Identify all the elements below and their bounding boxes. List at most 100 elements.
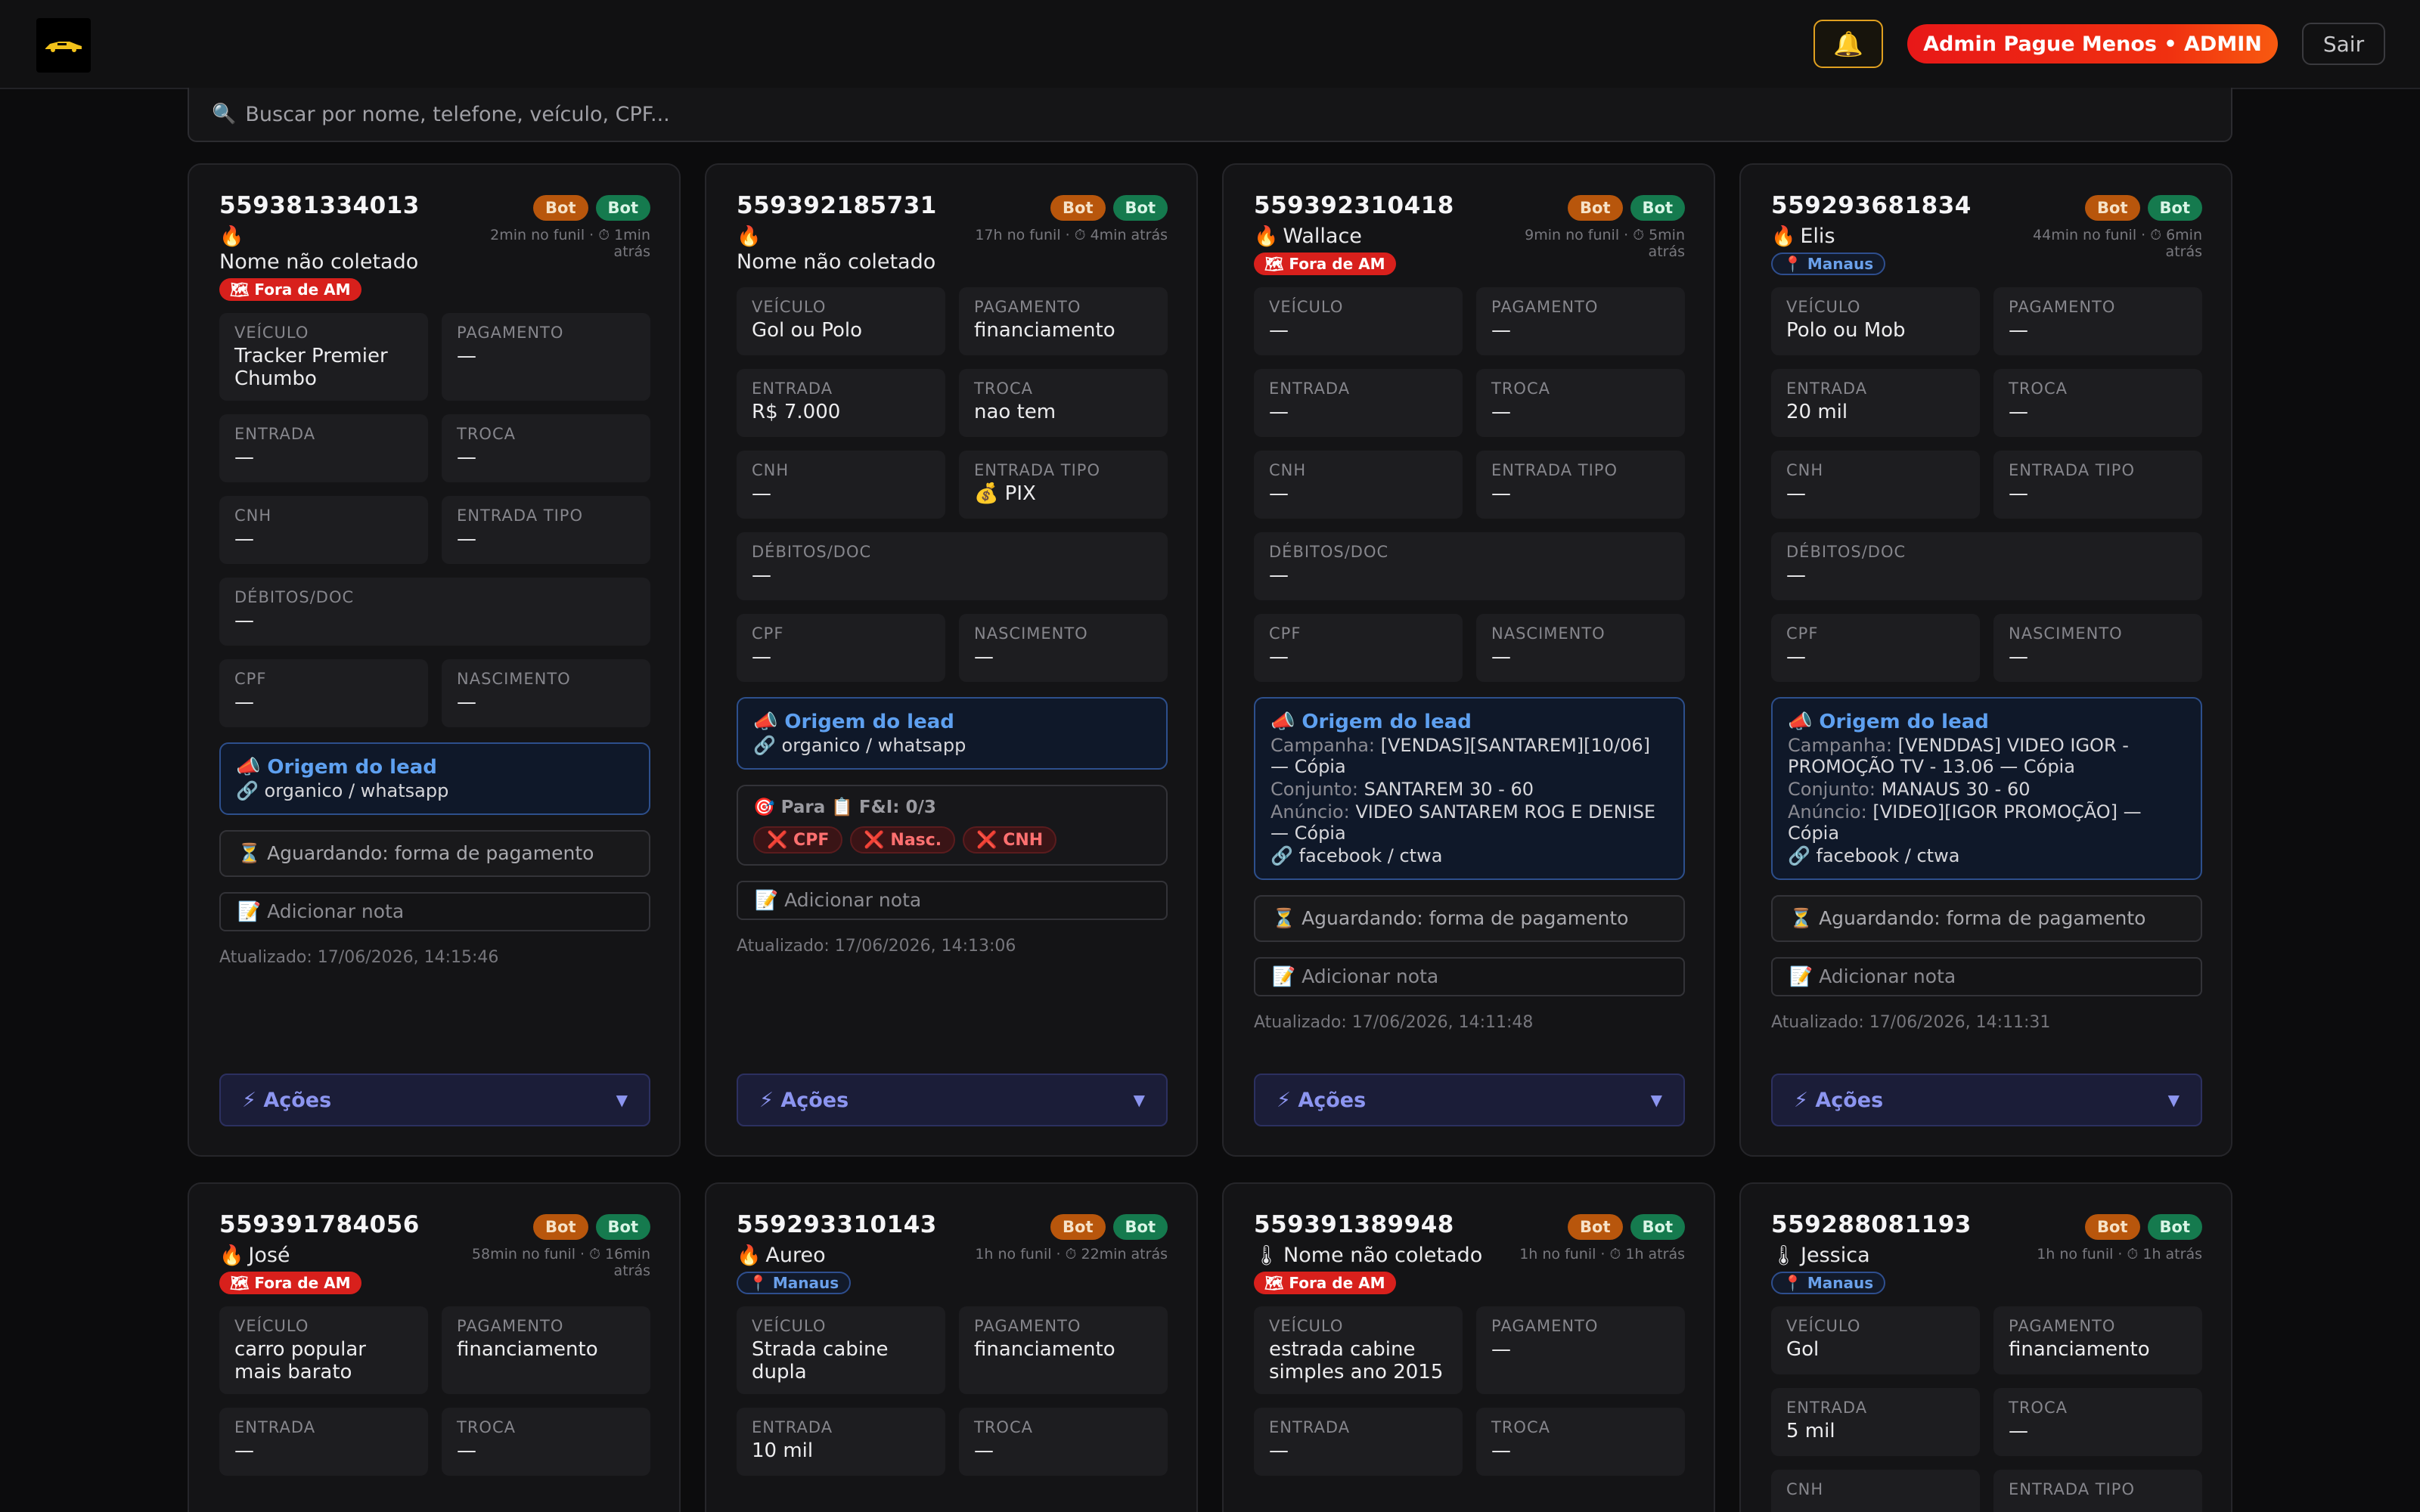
field-entrada-tipo: ENTRADA TIPO — (442, 496, 650, 564)
updated-timestamp: Atualizado: 17/06/2026, 14:15:46 (219, 948, 499, 967)
lead-phone[interactable]: 559391784056 (219, 1211, 420, 1238)
field-cpf: CPF — (1771, 614, 1980, 682)
lead-card: 559288081193 Bot Bot 🌡 Jessica 1h no funi… (1739, 1182, 2232, 1512)
add-note-input[interactable]: 📝 Adicionar nota (737, 881, 1168, 920)
field-entrada: ENTRADA 20 mil (1771, 369, 1980, 437)
bot-badge: Bot (2085, 1214, 2140, 1240)
updated-timestamp: Atualizado: 17/06/2026, 14:11:48 (1254, 1013, 1534, 1032)
notifications-button[interactable]: 🔔 (1813, 20, 1883, 68)
logout-button[interactable]: Sair (2302, 23, 2385, 65)
lead-time: 58min no funil · ⏱ 16min atrás (471, 1246, 650, 1279)
field-troca: TROCA nao tem (959, 369, 1168, 437)
lead-card: 559381334013 Bot Bot 🔥 Nome não coletado… (188, 163, 681, 1157)
lead-source: 🔗 organico / whatsapp (753, 735, 966, 756)
car-logo-icon (45, 42, 82, 52)
field-cnh: CNH — (737, 451, 945, 519)
field-troca: TROCA — (1993, 1388, 2202, 1456)
bot-badge: Bot (2147, 195, 2202, 221)
bot-badge: Bot (2085, 195, 2140, 221)
missing-nasc-chip: ❌ Nasc. (850, 826, 956, 854)
field-pagamento: PAGAMENTO — (1993, 287, 2202, 355)
bot-badge: Bot (1568, 195, 1623, 221)
field-cpf: CPF — (1254, 614, 1463, 682)
lead-phone[interactable]: 559391389948 (1254, 1211, 1454, 1238)
fire-icon: 🔥 (737, 1244, 762, 1267)
field-debitos: DÉBITOS/DOC — (1254, 532, 1685, 600)
region-tag: 📍 Manaus (1771, 253, 1886, 275)
fire-icon: 🔥 (737, 225, 762, 248)
lead-source: 🔗 facebook / ctwa (1270, 845, 1443, 866)
add-note-input[interactable]: 📝 Adicionar nota (1771, 957, 2202, 996)
actions-dropdown[interactable]: ⚡ Ações ▼ (1254, 1074, 1685, 1126)
chevron-down-icon: ▼ (1650, 1091, 1662, 1109)
field-entrada: ENTRADA — (1254, 369, 1463, 437)
field-pagamento: PAGAMENTO financiamento (959, 1306, 1168, 1394)
user-badge[interactable]: Admin Pague Menos • ADMIN (1907, 24, 2278, 64)
bot-badge: Bot (1568, 1214, 1623, 1240)
chevron-down-icon: ▼ (2167, 1091, 2180, 1109)
lead-phone[interactable]: 559392310418 (1254, 192, 1454, 219)
add-note-input[interactable]: 📝 Adicionar nota (1254, 957, 1685, 996)
field-entrada: ENTRADA 10 mil (737, 1408, 945, 1476)
lead-card: 559392310418 Bot Bot 🔥 Wallace 9min no fu… (1222, 163, 1715, 1157)
field-troca: TROCA — (1476, 1408, 1685, 1476)
field-nascimento: NASCIMENTO — (1993, 614, 2202, 682)
region-tag: 🗺 Fora de AM (219, 278, 361, 301)
field-debitos: DÉBITOS/DOC — (737, 532, 1168, 600)
field-entrada: ENTRADA — (219, 414, 428, 482)
field-troca: TROCA — (442, 414, 650, 482)
waiting-status: ⏳ Aguardando: forma de pagamento (1771, 895, 2202, 942)
field-pagamento: PAGAMENTO — (1476, 1306, 1685, 1394)
lead-phone[interactable]: 559293681834 (1771, 192, 1972, 219)
region-tag: 📍 Manaus (1771, 1272, 1886, 1294)
field-entrada-tipo: ENTRADA TIPO 💰 PIX (959, 451, 1168, 519)
bot-badge: Bot (1050, 195, 1106, 221)
lead-phone[interactable]: 559381334013 (219, 192, 420, 219)
missing-cpf-chip: ❌ CPF (753, 826, 843, 854)
field-nascimento: NASCIMENTO — (442, 659, 650, 727)
fire-icon: 🔥 (219, 225, 244, 248)
field-veiculo: VEÍCULO carro popular mais barato (219, 1306, 428, 1394)
lead-card: 559293681834 Bot Bot 🔥 Elis 44min no funi… (1739, 163, 2232, 1157)
lead-phone[interactable]: 559293310143 (737, 1211, 937, 1238)
lead-origin: 📣 Origem do lead Campanha: [VENDAS][SANT… (1254, 697, 1685, 880)
bot-badge: Bot (1112, 1214, 1168, 1240)
add-note-input[interactable]: 📝 Adicionar nota (219, 892, 650, 931)
fire-icon: 🔥 (1771, 225, 1796, 248)
bot-badge: Bot (595, 1214, 650, 1240)
thermometer-icon: 🌡 (1771, 1244, 1797, 1267)
lead-name: Jessica (1801, 1244, 1870, 1267)
lead-card: 559392185731 Bot Bot 🔥 Nome não coletado… (705, 163, 1198, 1157)
region-tag: 🗺 Fora de AM (1254, 253, 1396, 275)
waiting-status: ⏳ Aguardando: forma de pagamento (1254, 895, 1685, 942)
lead-name: Nome não coletado (737, 250, 936, 274)
field-cnh: CNH — (1771, 451, 1980, 519)
actions-dropdown[interactable]: ⚡ Ações ▼ (737, 1074, 1168, 1126)
field-nascimento: NASCIMENTO — (1476, 614, 1685, 682)
field-cpf: CPF — (737, 614, 945, 682)
waiting-status: ⏳ Aguardando: forma de pagamento (219, 830, 650, 877)
lead-time: 9min no funil · ⏱ 5min atrás (1525, 227, 1685, 260)
lead-name: Aureo (765, 1244, 826, 1267)
lead-name: Elis (1800, 225, 1835, 248)
lead-source: 🔗 organico / whatsapp (236, 780, 449, 801)
lead-phone[interactable]: 559392185731 (737, 192, 937, 219)
lead-origin: 📣 Origem do lead 🔗 organico / whatsapp (737, 697, 1168, 770)
actions-dropdown[interactable]: ⚡ Ações ▼ (1771, 1074, 2202, 1126)
fire-icon: 🔥 (219, 1244, 244, 1267)
search-bar: 🔍 (188, 88, 2232, 142)
field-veiculo: VEÍCULO estrada cabine simples ano 2015 (1254, 1306, 1463, 1394)
search-input[interactable] (245, 102, 2136, 126)
field-pagamento: PAGAMENTO financiamento (442, 1306, 650, 1394)
lead-phone[interactable]: 559288081193 (1771, 1211, 1972, 1238)
lead-source: 🔗 facebook / ctwa (1788, 845, 1960, 866)
field-entrada: ENTRADA — (1254, 1408, 1463, 1476)
actions-dropdown[interactable]: ⚡ Ações ▼ (219, 1074, 650, 1126)
logo[interactable] (36, 18, 91, 73)
bell-icon: 🔔 (1833, 29, 1863, 58)
lead-time: 1h no funil · ⏱ 1h atrás (2037, 1246, 2202, 1263)
region-tag: 🗺 Fora de AM (1254, 1272, 1396, 1294)
missing-cnh-chip: ❌ CNH (963, 826, 1057, 854)
field-entrada: ENTRADA R$ 7.000 (737, 369, 945, 437)
updated-timestamp: Atualizado: 17/06/2026, 14:13:06 (737, 937, 1016, 956)
